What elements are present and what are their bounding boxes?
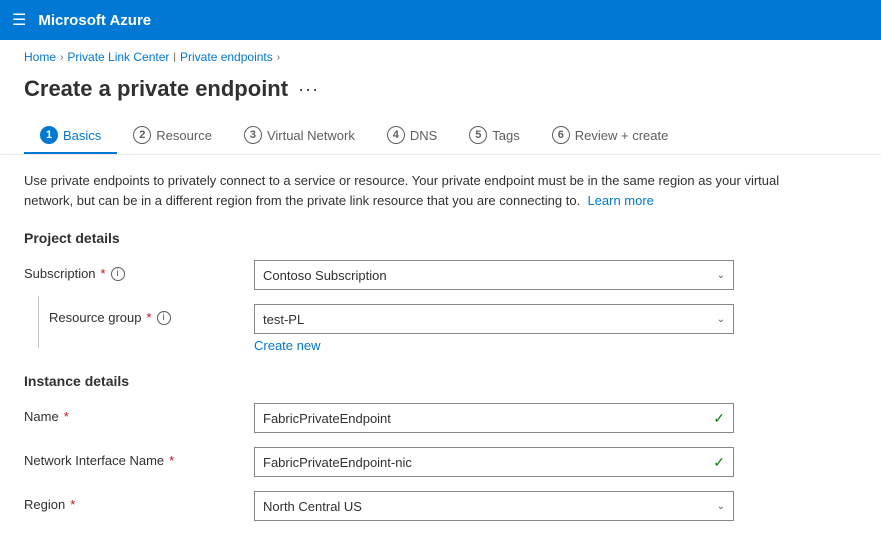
bracket-and-label: Resource group * i [24, 304, 254, 353]
breadcrumb-sep-1: › [60, 52, 63, 63]
tab-label-resource: Resource [156, 128, 212, 143]
tab-label-review-create: Review + create [575, 128, 669, 143]
subscription-label-area: Subscription * i [24, 260, 254, 281]
tab-label-dns: DNS [410, 128, 437, 143]
create-new-link[interactable]: Create new [254, 338, 320, 353]
region-row: Region * North Central US ⌄ [24, 491, 857, 521]
breadcrumb-sep-3: › [277, 52, 280, 63]
tab-label-virtual-network: Virtual Network [267, 128, 355, 143]
project-details-heading: Project details [24, 230, 857, 246]
nic-label-area: Network Interface Name * [24, 447, 254, 468]
nic-dropdown[interactable]: FabricPrivateEndpoint-nic ✓ [254, 447, 734, 477]
resource-group-label: Resource group [49, 310, 142, 325]
nav-title: Microsoft Azure [38, 12, 151, 29]
subscription-value: Contoso Subscription [263, 268, 717, 283]
region-required: * [70, 497, 75, 512]
instance-details-heading: Instance details [24, 373, 857, 389]
tab-dns[interactable]: 4 DNS [371, 118, 453, 154]
resource-group-value: test-PL [263, 312, 717, 327]
tab-review-create[interactable]: 6 Review + create [536, 118, 685, 154]
learn-more-link[interactable]: Learn more [587, 193, 653, 208]
tab-num-2: 2 [133, 126, 151, 144]
name-row: Name * FabricPrivateEndpoint ✓ [24, 403, 857, 433]
tab-num-5: 5 [469, 126, 487, 144]
breadcrumb-sep-2: | [173, 52, 176, 63]
subscription-row: Subscription * i Contoso Subscription ⌄ [24, 260, 857, 290]
resource-group-chevron-icon: ⌄ [717, 314, 725, 325]
region-dropdown[interactable]: North Central US ⌄ [254, 491, 734, 521]
info-text: Use private endpoints to privately conne… [24, 171, 804, 210]
name-required: * [64, 409, 69, 424]
breadcrumb-private-link[interactable]: Private Link Center [67, 50, 169, 64]
resource-group-info-icon[interactable]: i [157, 311, 171, 325]
hamburger-icon[interactable]: ☰ [12, 10, 26, 30]
resource-group-label-area: Resource group * i [39, 304, 171, 325]
subscription-chevron-icon: ⌄ [717, 270, 725, 281]
tab-basics[interactable]: 1 Basics [24, 118, 117, 154]
breadcrumb-home[interactable]: Home [24, 50, 56, 64]
page-title-area: Create a private endpoint ··· [0, 70, 881, 118]
resource-group-dropdown[interactable]: test-PL ⌄ [254, 304, 734, 334]
region-label: Region [24, 497, 65, 512]
nic-check-icon: ✓ [713, 454, 725, 471]
content-area: Use private endpoints to privately conne… [0, 155, 881, 559]
tab-label-tags: Tags [492, 128, 519, 143]
page-title: Create a private endpoint [24, 76, 288, 102]
tab-virtual-network[interactable]: 3 Virtual Network [228, 118, 371, 154]
subscription-control: Contoso Subscription ⌄ [254, 260, 734, 290]
subscription-label: Subscription [24, 266, 96, 281]
tab-num-3: 3 [244, 126, 262, 144]
tab-num-1: 1 [40, 126, 58, 144]
subscription-dropdown[interactable]: Contoso Subscription ⌄ [254, 260, 734, 290]
nic-label: Network Interface Name [24, 453, 164, 468]
ellipsis-button[interactable]: ··· [298, 79, 319, 100]
breadcrumb-private-endpoints[interactable]: Private endpoints [180, 50, 273, 64]
subscription-info-icon[interactable]: i [111, 267, 125, 281]
bracket-wrapper: Resource group * i [38, 304, 171, 353]
nav-bar: ☰ Microsoft Azure [0, 0, 881, 40]
name-label: Name [24, 409, 59, 424]
resource-group-control: test-PL ⌄ Create new [254, 304, 734, 353]
subscription-required: * [101, 266, 106, 281]
tab-tags[interactable]: 5 Tags [453, 118, 535, 154]
name-value: FabricPrivateEndpoint [263, 411, 713, 426]
nic-value: FabricPrivateEndpoint-nic [263, 455, 713, 470]
name-control: FabricPrivateEndpoint ✓ [254, 403, 734, 433]
tabs-container: 1 Basics 2 Resource 3 Virtual Network 4 … [0, 118, 881, 155]
region-value: North Central US [263, 499, 717, 514]
tab-num-4: 4 [387, 126, 405, 144]
region-chevron-icon: ⌄ [717, 501, 725, 512]
network-interface-name-row: Network Interface Name * FabricPrivateEn… [24, 447, 857, 477]
nic-control: FabricPrivateEndpoint-nic ✓ [254, 447, 734, 477]
tab-resource[interactable]: 2 Resource [117, 118, 228, 154]
tab-label-basics: Basics [63, 128, 101, 143]
instance-details-section: Instance details Name * FabricPrivateEnd… [24, 373, 857, 521]
breadcrumb: Home › Private Link Center | Private end… [0, 40, 881, 70]
name-check-icon: ✓ [713, 410, 725, 427]
name-label-area: Name * [24, 403, 254, 424]
name-dropdown[interactable]: FabricPrivateEndpoint ✓ [254, 403, 734, 433]
region-control: North Central US ⌄ [254, 491, 734, 521]
nic-required: * [169, 453, 174, 468]
region-label-area: Region * [24, 491, 254, 512]
tab-num-6: 6 [552, 126, 570, 144]
resource-group-section: Resource group * i test-PL ⌄ Create new [24, 304, 857, 353]
resource-group-required: * [147, 310, 152, 325]
